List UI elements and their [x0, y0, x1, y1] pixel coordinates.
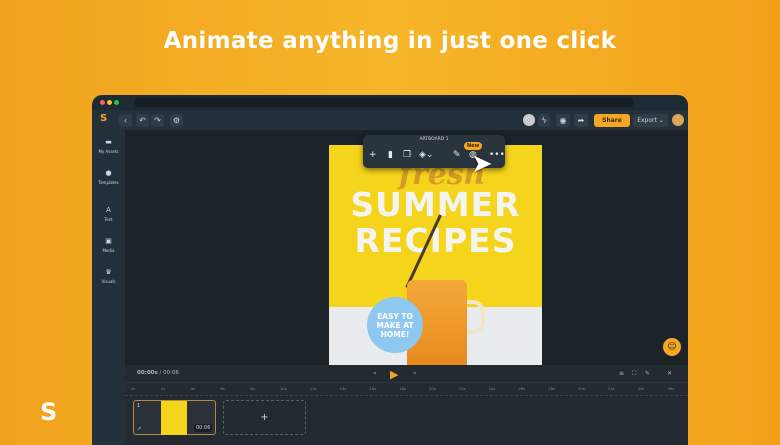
ruler-tick: 24s: [488, 386, 496, 391]
timeline-ruler[interactable]: 0s 2s 4s 6s 8s 10s 12s 14s 16s 18s 20s 22s 24s 26s 28s…: [125, 384, 688, 396]
export-label: Export: [637, 117, 657, 124]
folder-icon: ▬: [105, 138, 112, 146]
ruler-tick: 36s: [667, 386, 675, 391]
ruler-tick: 4s: [190, 386, 195, 391]
clip-index: 1: [137, 403, 141, 409]
current-time: 00:00s: [137, 370, 158, 376]
sidebar-item-label: Visuals: [101, 279, 116, 284]
address-bar[interactable]: [134, 98, 634, 107]
artboard-poster[interactable]: fresh SUMMER RECIPES EASY TO MAKE AT HOME…: [329, 145, 542, 365]
pin-icon[interactable]: ✎: [645, 370, 650, 377]
ruler-tick: 32s: [607, 386, 615, 391]
brand-logo: S: [40, 398, 58, 426]
share-button[interactable]: Share: [594, 114, 630, 127]
ruler-tick: 12s: [309, 386, 317, 391]
clip-transition-icon[interactable]: ↗: [137, 426, 141, 432]
toolbar: S ‹ ↶ ↷ ⚙ ϟ ◉ ➦ Share Export ⌄: [92, 110, 688, 130]
sidebar-item-label: Media: [102, 248, 115, 253]
poster-badge-text: EASY TO MAKE AT HOME!: [376, 311, 414, 339]
text-icon: A: [106, 206, 111, 214]
export-button[interactable]: Export ⌄: [633, 114, 668, 127]
artboard-title: ARTBOARD 1: [419, 137, 449, 142]
share-label: Share: [602, 117, 622, 124]
collaborator-avatar[interactable]: [523, 114, 535, 126]
media-icon: ▣: [105, 237, 112, 245]
visuals-icon: ♛: [105, 268, 112, 276]
ruler-tick: 34s: [637, 386, 645, 391]
ruler-tick: 30s: [578, 386, 585, 391]
timeline-clip[interactable]: 1 ↗ 00:06: [133, 400, 216, 435]
user-avatar[interactable]: [672, 114, 684, 126]
fullscreen-icon[interactable]: ⛶: [632, 370, 636, 378]
app-window: S ‹ ↶ ↷ ⚙ ϟ ◉ ➦ Share Export ⌄ ▬ My Asset…: [92, 95, 688, 445]
sidebar-item-visuals[interactable]: ♛ Visuals: [92, 268, 125, 284]
ruler-tick: 8s: [250, 386, 255, 391]
floating-toolbar: ARTBOARD 1 + ▮ ❐ ◈⌄ ✎ ◍ ••• New ➤: [363, 135, 505, 179]
sidebar-item-templates[interactable]: ● Templates: [92, 169, 125, 185]
ruler-tick: 26s: [518, 386, 526, 391]
headline: Animate anything in just one click: [163, 28, 617, 54]
ruler-tick: 20s: [429, 386, 436, 391]
poster-badge[interactable]: EASY TO MAKE AT HOME!: [367, 297, 423, 353]
sidebar-item-my-assets[interactable]: ▬ My Assets: [92, 138, 125, 154]
preview-button[interactable]: ◉: [556, 114, 570, 127]
add-clip-button[interactable]: +: [223, 400, 306, 435]
forward-share-button[interactable]: ➦: [574, 114, 588, 127]
close-window-button[interactable]: [100, 100, 105, 105]
fill-color-icon[interactable]: ◈⌄: [419, 150, 433, 160]
sidebar-item-label: My Assets: [98, 149, 119, 154]
ruler-tick: 18s: [399, 386, 406, 391]
sidebar-item-label: Text: [104, 217, 113, 222]
sidebar-item-media[interactable]: ▣ Media: [92, 237, 125, 253]
poster-title-line1: SUMMER: [350, 185, 521, 224]
sidebar-item-text[interactable]: A Text: [92, 206, 125, 222]
clip-thumbnail: [161, 401, 187, 435]
close-timeline-icon[interactable]: ✕: [667, 370, 672, 377]
settings-button[interactable]: ⚙: [170, 114, 183, 127]
rewind-icon[interactable]: «: [373, 370, 377, 377]
sidebar: ▬ My Assets ● Templates A Text ▣ Media ♛ Visuals: [92, 130, 125, 445]
minimize-window-button[interactable]: [107, 100, 112, 105]
lightning-button[interactable]: ϟ: [538, 114, 550, 127]
add-icon[interactable]: +: [369, 150, 377, 160]
time-display: 00:00s / 00:06: [137, 370, 179, 376]
clip-duration: 00:06: [194, 424, 213, 432]
ruler-tick: 22s: [458, 386, 466, 391]
redo-button[interactable]: ↷: [151, 114, 164, 127]
list-icon[interactable]: ≡: [619, 370, 624, 377]
chatbot-button[interactable]: ☺: [663, 338, 681, 356]
mouse-cursor-icon: ➤: [471, 149, 493, 179]
sidebar-item-label: Templates: [98, 180, 119, 185]
fast-forward-icon[interactable]: »: [413, 370, 417, 377]
app-logo: S: [100, 113, 108, 124]
canvas-area[interactable]: fresh SUMMER RECIPES EASY TO MAKE AT HOME…: [125, 130, 688, 365]
play-button[interactable]: ▶: [390, 368, 398, 381]
ruler-tick: 10s: [280, 386, 287, 391]
timeline-controls: 00:00s / 00:06 « ▶ » ≡ ⛶ ✎ ✕: [125, 365, 688, 383]
ruler-tick: 16s: [369, 386, 377, 391]
duplicate-icon[interactable]: ❐: [403, 150, 411, 160]
ruler-tick: 6s: [220, 386, 225, 391]
ruler-tick: 28s: [548, 386, 555, 391]
magic-wand-icon[interactable]: ✎: [453, 150, 461, 160]
undo-button[interactable]: ↶: [136, 114, 149, 127]
ruler-tick: 2s: [160, 386, 166, 391]
ruler-tick: 14s: [339, 386, 347, 391]
maximize-window-button[interactable]: [114, 100, 119, 105]
total-time: / 00:06: [159, 370, 179, 376]
back-button[interactable]: ‹: [119, 114, 132, 127]
ruler-tick: 0s: [131, 386, 136, 391]
delete-icon[interactable]: ▮: [388, 150, 393, 160]
timeline: 00:00s / 00:06 « ▶ » ≡ ⛶ ✎ ✕ 0s 2s 4s 6s 8s 1…: [125, 365, 688, 445]
templates-icon: ●: [105, 169, 112, 177]
